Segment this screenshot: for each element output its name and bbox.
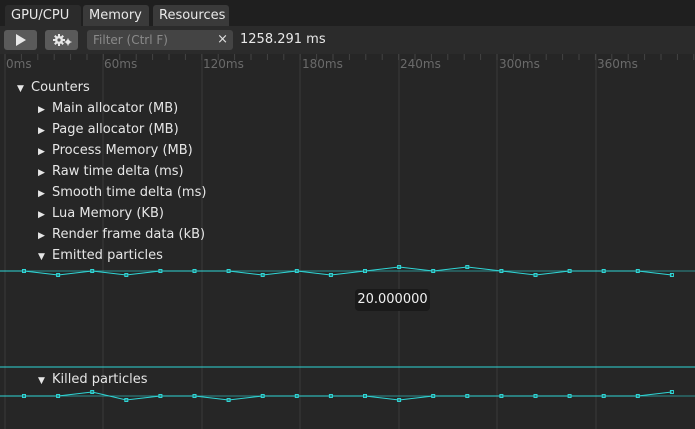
tree-item-main-allocator[interactable]: ▶ Main allocator (MB) <box>38 99 178 120</box>
play-icon <box>16 34 26 46</box>
tree-item-label: Emitted particles <box>52 248 163 263</box>
triangle-right-icon[interactable]: ▶ <box>38 205 52 225</box>
tree-item-label: Killed particles <box>52 372 148 387</box>
value-tooltip: 20.000000 <box>355 289 430 311</box>
tab-gpu-cpu[interactable]: GPU/CPU <box>5 5 81 26</box>
tree-item-killed-particles[interactable]: ▼ Killed particles <box>38 370 148 391</box>
ruler-label-60ms: 60ms <box>104 57 138 71</box>
ruler-label-120ms: 120ms <box>203 57 244 71</box>
ruler-label-300ms: 300ms <box>499 57 540 71</box>
tree-item-label: Page allocator (MB) <box>52 122 179 137</box>
profiler-window: GPU/CPU Memory Resources Filter (Ctrl F)… <box>0 0 695 429</box>
triangle-right-icon[interactable]: ▶ <box>38 142 52 162</box>
triangle-right-icon[interactable]: ▶ <box>38 184 52 204</box>
clear-filter-icon[interactable]: × <box>217 30 228 50</box>
tree-item-label: Main allocator (MB) <box>52 101 179 116</box>
ruler-label-360ms: 360ms <box>597 57 638 71</box>
tree-item-smooth-time-delta[interactable]: ▶ Smooth time delta (ms) <box>38 183 206 204</box>
settings-button[interactable] <box>45 30 78 50</box>
ruler-label-180ms: 180ms <box>302 57 343 71</box>
triangle-down-icon[interactable]: ▼ <box>17 79 31 99</box>
triangle-right-icon[interactable]: ▶ <box>38 163 52 183</box>
tree-item-label: Smooth time delta (ms) <box>52 185 207 200</box>
ruler-label-0ms: 0ms <box>6 57 32 71</box>
ruler-label-240ms: 240ms <box>400 57 441 71</box>
triangle-down-icon[interactable]: ▼ <box>38 371 52 391</box>
tree-item-emitted-particles[interactable]: ▼ Emitted particles <box>38 246 163 267</box>
tree-item-process-memory[interactable]: ▶ Process Memory (MB) <box>38 141 193 162</box>
tree-item-raw-time-delta[interactable]: ▶ Raw time delta (ms) <box>38 162 184 183</box>
tab-memory[interactable]: Memory <box>83 5 149 26</box>
total-duration: 1258.291 ms <box>240 32 326 47</box>
filter-field: × <box>87 30 233 50</box>
tab-bar: GPU/CPU Memory Resources <box>0 0 695 26</box>
tree-item-lua-memory[interactable]: ▶ Lua Memory (KB) <box>38 204 164 225</box>
triangle-right-icon[interactable]: ▶ <box>38 100 52 120</box>
tree-item-page-allocator[interactable]: ▶ Page allocator (MB) <box>38 120 179 141</box>
tree-item-label: Process Memory (MB) <box>52 143 193 158</box>
triangle-right-icon[interactable]: ▶ <box>38 226 52 246</box>
gear-icon <box>53 34 72 46</box>
timeline-view[interactable]: 0ms 60ms 120ms 180ms 240ms 300ms 360ms ▼… <box>0 54 695 429</box>
tab-resources[interactable]: Resources <box>153 5 229 26</box>
tree-counters[interactable]: ▼ Counters <box>17 78 90 99</box>
tree-counters-label: Counters <box>31 80 90 95</box>
filter-input[interactable] <box>93 31 211 49</box>
tree-item-render-frame-data[interactable]: ▶ Render frame data (kB) <box>38 225 205 246</box>
tree-item-label: Render frame data (kB) <box>52 227 206 242</box>
play-button[interactable] <box>4 30 37 50</box>
toolbar: × 1258.291 ms <box>0 26 695 54</box>
tree-item-label: Raw time delta (ms) <box>52 164 184 179</box>
tree-item-label: Lua Memory (KB) <box>52 206 164 221</box>
triangle-right-icon[interactable]: ▶ <box>38 121 52 141</box>
triangle-down-icon[interactable]: ▼ <box>38 247 52 267</box>
